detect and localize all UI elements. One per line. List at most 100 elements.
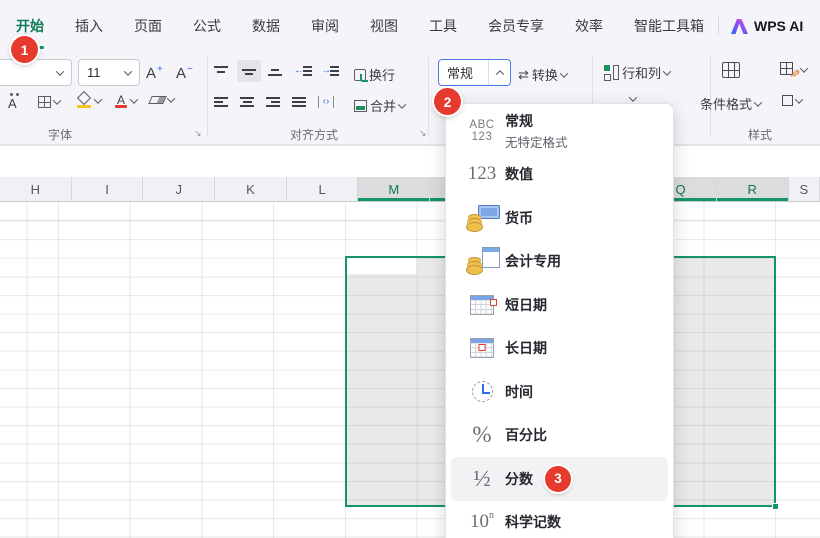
format-option-title: 时间 <box>505 383 533 400</box>
format-option-title: 分数 <box>505 470 533 487</box>
group-divider <box>428 57 429 137</box>
column-header[interactable]: I <box>72 177 144 201</box>
align-top-button[interactable] <box>214 65 228 77</box>
chevron-up-icon <box>488 60 510 85</box>
menu-tab[interactable]: 审阅 <box>311 0 339 52</box>
wrap-text-button[interactable]: 换行 <box>354 65 395 84</box>
decrease-font-button[interactable]: A− <box>176 65 193 82</box>
wps-spreadsheet-window: 开始 插入 页面 公式 数据 审阅 视图 工具 会员专享 效率 智能工具箱 WPS AI 11 A+ <box>0 0 820 538</box>
format-option[interactable]: 长日期 <box>446 327 673 371</box>
menu-tab[interactable]: 工具 <box>429 0 457 52</box>
font-color-button[interactable]: A <box>114 93 139 108</box>
group-expand-icon[interactable]: ↘ <box>194 128 202 139</box>
menu-tab-label: 效率 <box>575 18 603 34</box>
format-option[interactable]: 百分比 <box>446 414 673 458</box>
cell-style-brush-icon <box>780 62 798 78</box>
menu-tab[interactable]: 效率 <box>575 0 603 52</box>
text-orientation-icon: ‹› <box>318 96 334 108</box>
merge-cells-button[interactable]: 合并 <box>354 96 407 115</box>
wps-ai-button[interactable]: WPS AI <box>731 0 803 52</box>
formula-bar[interactable] <box>0 145 820 177</box>
decrease-indent-icon <box>294 65 312 77</box>
column-header[interactable]: R <box>716 177 789 201</box>
column-header[interactable]: H <box>0 177 72 201</box>
menu-tab[interactable]: 公式 <box>193 0 221 52</box>
decrease-indent-button[interactable] <box>294 65 312 77</box>
group-expand-icon[interactable]: ↘ <box>419 128 427 139</box>
menu-tab-label: 公式 <box>193 18 221 34</box>
column-header[interactable]: L <box>287 177 359 201</box>
align-center-button[interactable] <box>240 96 254 108</box>
column-header[interactable]: S <box>789 177 820 201</box>
spreadsheet-grid[interactable]: HIJKLMNOPQRS <box>0 177 820 538</box>
phonetic-guide-button[interactable]: A <box>8 93 17 111</box>
align-middle-button[interactable] <box>237 60 261 82</box>
menu-tabs: 开始 插入 页面 公式 数据 审阅 视图 工具 会员专享 效率 智能工具箱 <box>16 0 704 52</box>
clear-format-button[interactable] <box>148 94 176 104</box>
cell-style-brush-button[interactable] <box>780 62 809 78</box>
conditional-format-button[interactable]: 条件格式 <box>700 94 763 113</box>
eraser-icon <box>148 96 167 104</box>
column-header-label: K <box>246 181 255 197</box>
format-option[interactable]: 货币 <box>446 196 673 240</box>
column-header[interactable]: K <box>215 177 287 201</box>
column-header-label: S <box>799 181 809 197</box>
format-option[interactable]: 会计专用 <box>446 240 673 284</box>
menu-tab[interactable]: 会员专享 <box>488 0 544 52</box>
table-style-icon <box>782 95 793 106</box>
column-header[interactable]: J <box>143 177 216 201</box>
fill-color-button[interactable] <box>76 93 103 108</box>
format-option-subtitle: 无特定格式 <box>505 135 568 150</box>
rows-columns-button[interactable]: 行和列 <box>604 63 672 82</box>
format-option-title: 会计专用 <box>505 253 561 270</box>
increase-font-icon: A+ <box>146 64 163 82</box>
align-right-button[interactable] <box>266 96 280 108</box>
menu-tab[interactable]: 页面 <box>134 0 162 52</box>
column-headers: HIJKLMNOPQRS <box>0 177 820 202</box>
chevron-down-icon <box>49 66 71 76</box>
format-option-icon <box>459 370 505 414</box>
active-cell[interactable] <box>345 256 417 275</box>
font-size-combo[interactable]: 11 <box>78 59 140 86</box>
text-orientation-button[interactable]: ‹› <box>318 96 334 108</box>
table-style-button[interactable] <box>782 94 804 106</box>
format-option[interactable]: 数值 <box>446 153 673 197</box>
menu-tab-label: 视图 <box>370 18 398 34</box>
fill-handle[interactable] <box>772 503 779 510</box>
format-option-title: 常规 <box>505 112 533 129</box>
menu-tab[interactable]: 智能工具箱 <box>634 0 704 52</box>
number-format-combo[interactable]: 常规 <box>438 59 511 86</box>
increase-font-button[interactable]: A+ <box>146 64 163 82</box>
justify-button[interactable] <box>292 96 306 108</box>
menu-tab[interactable]: 视图 <box>370 0 398 52</box>
format-option-text: 分数 <box>505 469 533 489</box>
menu-tab-label: 审阅 <box>311 18 339 34</box>
increase-indent-icon <box>321 65 339 77</box>
align-left-button[interactable] <box>214 96 228 108</box>
increase-indent-button[interactable] <box>321 65 339 77</box>
format-option[interactable]: 时间 <box>446 370 673 414</box>
format-option-text: 短日期 <box>505 295 547 315</box>
column-header[interactable]: M <box>358 177 431 201</box>
format-option[interactable]: 短日期 <box>446 283 673 327</box>
step-badge: 1 <box>11 36 38 63</box>
align-bottom-button[interactable] <box>268 65 282 77</box>
column-header-label: M <box>388 181 400 197</box>
menu-tab[interactable]: 数据 <box>252 0 280 52</box>
align-center-icon <box>240 96 254 108</box>
column-header-label: Q <box>675 181 686 197</box>
format-option-title: 科学记数 <box>505 514 561 531</box>
format-table-button[interactable] <box>722 62 740 78</box>
phonetic-guide-icon: A <box>8 93 17 111</box>
borders-button[interactable] <box>38 96 62 108</box>
font-group-label: 字体 <box>48 128 73 142</box>
convert-icon: ⇄ <box>518 67 529 82</box>
format-option[interactable]: 常规 无特定格式 <box>446 109 673 153</box>
format-option[interactable]: 科学记数 <box>446 501 673 538</box>
format-option[interactable]: 分数 3 <box>451 457 668 501</box>
font-color-icon: A <box>114 93 128 108</box>
font-name-combo[interactable] <box>0 59 72 86</box>
convert-button[interactable]: ⇄ 转换 <box>518 65 569 84</box>
menu-tab[interactable]: 插入 <box>75 0 103 52</box>
borders-icon <box>38 96 51 108</box>
